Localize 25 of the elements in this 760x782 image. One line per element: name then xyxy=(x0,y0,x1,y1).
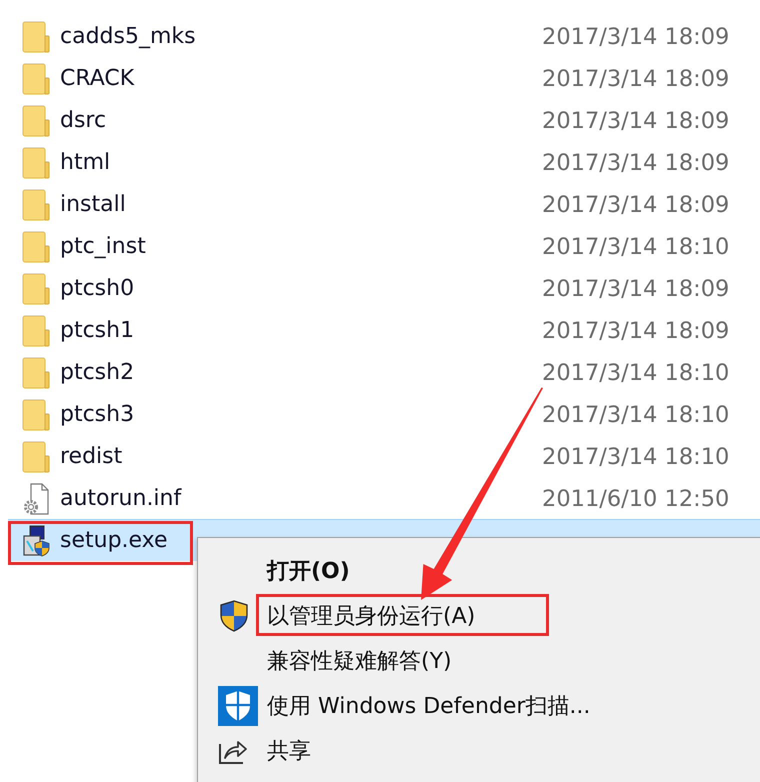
file-name: ptcsh2 xyxy=(60,360,134,385)
file-name: autorun.inf xyxy=(60,486,182,511)
file-date: 2011/6/10 12:50 xyxy=(542,486,730,512)
file-date: 2017/3/14 18:10 xyxy=(542,234,730,260)
file-name: ptcsh3 xyxy=(60,402,134,427)
file-date: 2017/3/14 18:09 xyxy=(542,66,730,92)
file-name: dsrc xyxy=(60,108,106,133)
file-name: cadds5_mks xyxy=(60,24,196,49)
file-name: redist xyxy=(60,444,122,469)
file-name: setup.exe xyxy=(60,528,168,553)
file-date: 2017/3/14 18:10 xyxy=(542,402,730,428)
file-date: 2017/3/14 18:09 xyxy=(542,24,730,50)
file-date: 2017/3/14 18:09 xyxy=(542,108,730,134)
file-date: 2017/3/14 18:10 xyxy=(542,444,730,470)
file-name: install xyxy=(60,192,126,217)
file-date: 2017/3/14 18:09 xyxy=(542,150,730,176)
file-date: 2017/3/14 18:10 xyxy=(542,360,730,386)
file-name: ptcsh1 xyxy=(60,318,134,343)
file-date: 2017/3/14 18:09 xyxy=(542,318,730,344)
file-name: CRACK xyxy=(60,66,134,91)
file-name: ptcsh0 xyxy=(60,276,134,301)
file-name: html xyxy=(60,150,110,175)
file-date: 2017/3/14 18:09 xyxy=(542,276,730,302)
file-date: 2017/3/14 18:09 xyxy=(542,192,730,218)
file-name: ptc_inst xyxy=(60,234,146,259)
